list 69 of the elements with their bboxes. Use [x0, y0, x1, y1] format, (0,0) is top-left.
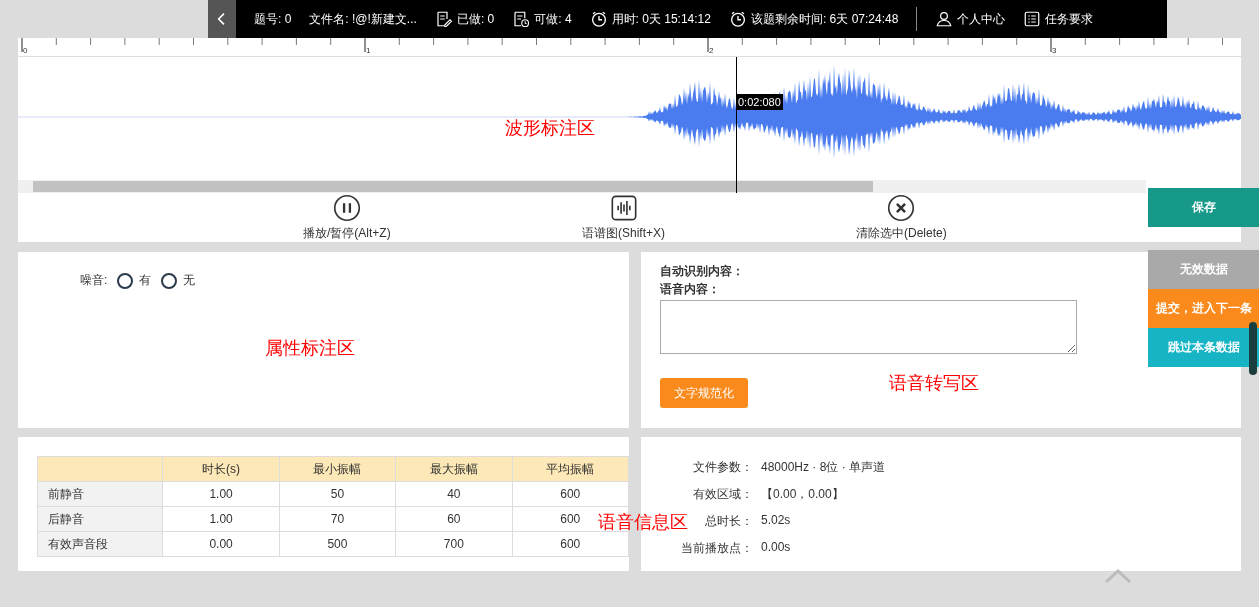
area-label: 语音信息区	[598, 511, 688, 534]
list-icon	[1023, 10, 1042, 28]
radio-label: 有	[139, 272, 152, 289]
action-button[interactable]: 保存	[1148, 188, 1259, 227]
table-cell: 0.00	[162, 531, 280, 557]
column-header: 平均振幅	[512, 456, 629, 482]
table-cell: 40	[395, 481, 513, 507]
status-text: 题号: 0	[254, 10, 292, 28]
close-icon	[887, 194, 916, 222]
info-label: 有效区域：	[692, 486, 753, 503]
ruler-label: 3	[1052, 46, 1057, 55]
field-label: 自动识别内容：	[660, 263, 744, 280]
playhead-time: 0:02:080	[736, 94, 783, 110]
user-icon	[935, 10, 954, 28]
document-clock-icon	[512, 10, 531, 28]
column-header: 时长(s)	[162, 456, 280, 482]
field-label: 噪音:	[80, 272, 108, 289]
field-label: 语音内容：	[660, 281, 720, 298]
scrollbar-track[interactable]	[18, 180, 1146, 193]
info-value: 48000Hz · 8位 · 单声道	[761, 459, 886, 476]
nav-link[interactable]: 个人中心	[957, 10, 1006, 28]
area-label: 语音转写区	[889, 372, 979, 395]
scrollbar-thumb[interactable]	[1249, 322, 1257, 375]
radio-button[interactable]	[161, 272, 178, 289]
column-header: 最小振幅	[279, 456, 396, 482]
table-cell: 500	[279, 531, 396, 557]
table-cell: 70	[279, 506, 396, 532]
status-text: 该题剩余时间: 6天 07:24:48	[750, 10, 899, 28]
document-pencil-icon	[434, 10, 453, 28]
info-label: 总时长：	[704, 513, 753, 530]
table-cell: 600	[512, 481, 629, 507]
table-cell: 600	[512, 531, 629, 557]
ruler-label: 0	[23, 46, 28, 55]
status-text: 已做: 0	[456, 10, 495, 28]
area-label: 属性标注区	[265, 337, 355, 360]
info-value: 5.02s	[761, 513, 792, 529]
column-header: 最大振幅	[395, 456, 513, 482]
info-value: 0.00s	[761, 540, 792, 556]
table-cell: 1.00	[162, 481, 280, 507]
table-cell: 50	[279, 481, 396, 507]
table-cell: 700	[395, 531, 513, 557]
row-header: 有效声音段	[37, 531, 163, 557]
status-text: 文件名: !@!新建文...	[309, 10, 417, 28]
chevron-up-icon[interactable]	[1104, 568, 1132, 584]
status-text: 用时: 0天 15:14:12	[611, 10, 711, 28]
soundwave-icon	[609, 194, 638, 222]
pause-icon	[332, 194, 361, 222]
back-button[interactable]	[208, 0, 236, 38]
table-cell: 1.00	[162, 506, 280, 532]
area-label: 波形标注区	[505, 117, 595, 140]
info-value: 【0.00，0.00】	[761, 486, 845, 503]
alarm-clock-icon	[589, 10, 608, 28]
scrollbar-thumb[interactable]	[33, 181, 873, 192]
radio-button[interactable]	[117, 272, 134, 289]
info-label: 文件参数：	[692, 459, 753, 476]
row-header: 后静音	[37, 506, 163, 532]
table-cell: 60	[395, 506, 513, 532]
toolbar-button[interactable]: 语谱图(Shift+X)	[582, 194, 665, 242]
toolbar-button[interactable]: 清除选中(Delete)	[856, 194, 947, 242]
toolbar-button[interactable]: 播放/暂停(Alt+Z)	[303, 194, 391, 242]
ruler-label: 1	[366, 46, 371, 55]
ruler-label: 2	[709, 46, 714, 55]
info-label: 当前播放点：	[681, 540, 753, 557]
radio-label: 无	[183, 272, 196, 289]
alarm-clock-icon	[728, 10, 747, 28]
row-header: 前静音	[37, 481, 163, 507]
nav-link[interactable]: 任务要求	[1045, 10, 1094, 28]
status-text: 可做: 4	[534, 10, 572, 28]
text-area[interactable]	[660, 300, 1077, 354]
